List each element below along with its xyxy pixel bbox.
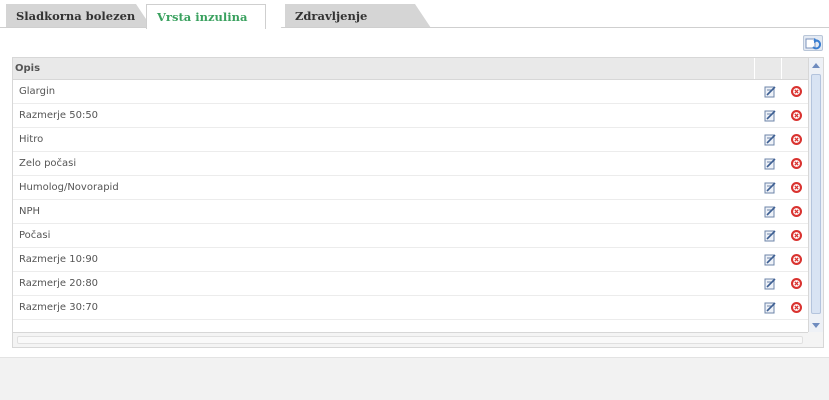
tab-divider [0,27,829,28]
edit-button[interactable] [757,152,783,175]
table-row[interactable]: Razmerje 20:80 [13,272,809,296]
edit-icon [764,278,776,290]
column-header-delete [782,58,809,79]
delete-button[interactable] [783,200,809,223]
table-row[interactable]: Razmerje 30:70 [13,296,809,320]
delete-button[interactable] [783,104,809,127]
edit-icon [764,182,776,194]
edit-icon [764,302,776,314]
delete-button[interactable] [783,128,809,151]
edit-icon [764,158,776,170]
row-opis: Zelo počasi [19,158,77,169]
table-row[interactable]: Glargin [13,80,809,104]
row-opis: Počasi [19,230,51,241]
row-opis: Razmerje 30:70 [19,302,99,313]
grid-rows: Glargin Razmerje 50:50 Hitro Zelo počasi Hum… [13,80,809,320]
horizontal-scrollbar[interactable] [13,332,809,347]
refresh-button[interactable] [803,35,823,51]
horizontal-scroll-thumb[interactable] [17,336,803,344]
delete-icon [790,254,802,265]
scroll-down-icon[interactable] [812,323,820,328]
delete-button[interactable] [783,176,809,199]
edit-icon [764,230,776,242]
table-row[interactable]: Zelo počasi [13,152,809,176]
row-opis: Razmerje 10:90 [19,254,99,265]
edit-button[interactable] [757,296,783,319]
vertical-scroll-thumb[interactable] [811,74,821,314]
table-row[interactable]: NPH [13,200,809,224]
edit-icon [764,86,776,98]
edit-icon [764,110,776,122]
edit-button[interactable] [757,176,783,199]
footer-bar [0,357,829,400]
tab-vrsta-inzulina[interactable]: Vrsta inzulina [146,4,282,29]
tab-label: Zdravljenje [295,9,368,23]
delete-icon [790,134,802,145]
scroll-up-icon[interactable] [812,63,820,68]
delete-button[interactable] [783,152,809,175]
edit-button[interactable] [757,224,783,247]
tab-sladkorna-bolezen[interactable]: Sladkorna bolezen [6,4,152,28]
delete-button[interactable] [783,272,809,295]
tab-zdravljenje[interactable]: Zdravljenje [285,4,431,28]
row-opis: Humolog/Novorapid [19,182,119,193]
insulin-type-grid: Opis Glargin Razmerje 50:50 Hitro Zelo poča… [12,57,824,348]
delete-icon [790,278,802,289]
edit-button[interactable] [757,128,783,151]
delete-button[interactable] [783,224,809,247]
edit-icon [764,134,776,146]
edit-button[interactable] [757,104,783,127]
table-row[interactable]: Humolog/Novorapid [13,176,809,200]
table-row[interactable]: Počasi [13,224,809,248]
edit-icon [764,206,776,218]
delete-icon [790,206,802,217]
delete-icon [790,182,802,193]
row-opis: Glargin [19,86,56,97]
tab-bar: Sladkorna bolezen Vrsta inzulina Zdravlj… [0,0,829,29]
scrollbar-corner [808,332,823,347]
delete-button[interactable] [783,296,809,319]
edit-button[interactable] [757,80,783,103]
table-row[interactable]: Razmerje 50:50 [13,104,809,128]
row-opis: Razmerje 20:80 [19,278,99,289]
edit-button[interactable] [757,272,783,295]
grid-body: Opis Glargin Razmerje 50:50 Hitro Zelo poča… [13,58,809,333]
tab-label: Sladkorna bolezen [16,9,136,23]
edit-button[interactable] [757,248,783,271]
table-row[interactable]: Razmerje 10:90 [13,248,809,272]
tab-label: Vrsta inzulina [157,10,248,24]
delete-icon [790,110,802,121]
delete-icon [790,86,802,97]
grid-header: Opis [13,58,809,80]
edit-button[interactable] [757,200,783,223]
edit-icon [764,254,776,266]
row-opis: Razmerje 50:50 [19,110,99,121]
table-row[interactable]: Hitro [13,128,809,152]
delete-icon [790,302,802,313]
column-header-edit [755,58,783,79]
delete-icon [790,230,802,241]
row-opis: Hitro [19,134,44,145]
column-header-opis[interactable]: Opis [13,58,756,79]
refresh-icon [805,37,821,49]
row-opis: NPH [19,206,41,217]
vertical-scrollbar[interactable] [808,58,823,333]
delete-button[interactable] [783,80,809,103]
delete-icon [790,158,802,169]
delete-button[interactable] [783,248,809,271]
